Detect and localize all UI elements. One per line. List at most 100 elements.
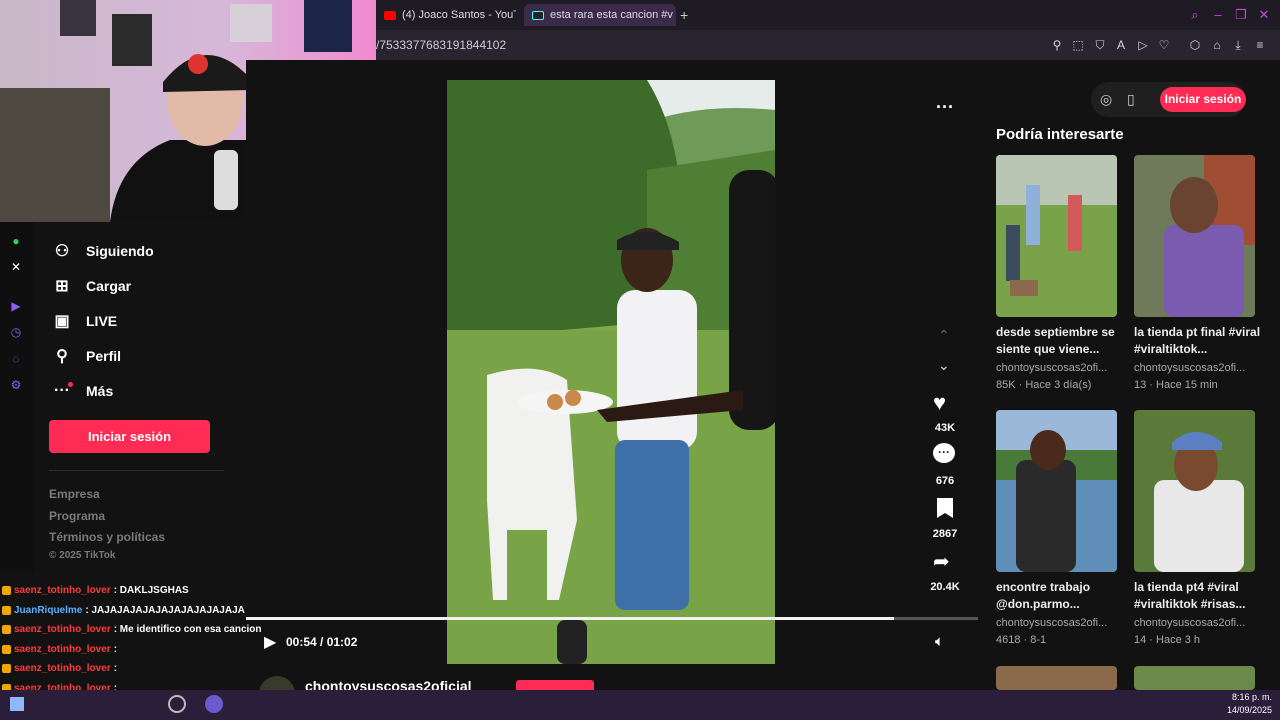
comment-icon[interactable]: ··· xyxy=(933,443,955,463)
badge-icon xyxy=(2,625,11,634)
live-icon: ▣ xyxy=(54,313,70,330)
x-icon[interactable]: ✕ xyxy=(8,259,24,275)
video-card-thumbnail[interactable] xyxy=(996,410,1117,572)
restore-icon[interactable]: ❐ xyxy=(1234,8,1248,22)
video-card-thumbnail[interactable] xyxy=(996,666,1117,690)
minimize-icon[interactable]: – xyxy=(1211,8,1225,22)
divider xyxy=(49,470,224,471)
chat-text: : xyxy=(113,663,118,674)
settings-icon[interactable]: ⚙ xyxy=(8,377,24,393)
app-icon[interactable] xyxy=(205,695,223,713)
sidebar-item-label: Más xyxy=(86,383,114,399)
comment-count: 676 xyxy=(935,475,955,487)
play-icon[interactable]: ▷ xyxy=(1136,38,1150,52)
close-icon[interactable]: ✕ xyxy=(1257,8,1271,22)
more-options-button[interactable]: ... xyxy=(936,92,954,113)
share-icon[interactable]: ➦ xyxy=(933,549,950,574)
new-tab-button[interactable]: + xyxy=(680,7,688,23)
sidebar-item-siguiendo[interactable]: ⚇ Siguiendo xyxy=(52,240,154,262)
video-card-title[interactable]: la tienda pt final #viral #viraltiktok..… xyxy=(1134,324,1264,358)
badge-icon xyxy=(2,605,11,615)
video-card-author[interactable]: chontoysuscosas2ofi... xyxy=(996,617,1126,629)
like-icon[interactable]: ♥ xyxy=(933,390,946,416)
whatsapp-icon[interactable]: ● xyxy=(8,233,24,249)
video-card-author[interactable]: chontoysuscosas2ofi... xyxy=(996,362,1126,374)
share-count: 20.4K xyxy=(930,581,960,593)
video-card-thumbnail[interactable] xyxy=(1134,410,1255,572)
pin-icon[interactable]: ⚲ xyxy=(1050,38,1064,52)
play-button-icon[interactable]: ▶ xyxy=(264,632,276,652)
following-icon: ⚇ xyxy=(54,243,70,260)
chat-text: : DAKLJSGHAS xyxy=(113,585,189,596)
mobile-icon[interactable]: ▯ xyxy=(1127,91,1135,108)
youtube-icon xyxy=(384,10,396,20)
chat-username: saenz_totinho_lover xyxy=(14,663,111,674)
footer-link-terminos[interactable]: Términos y políticas xyxy=(49,530,165,544)
menu-icon[interactable]: ≡ xyxy=(1253,38,1267,52)
video-card-thumbnail[interactable] xyxy=(1134,666,1255,690)
player-icon[interactable]: ▶ xyxy=(8,298,24,314)
shield-icon[interactable]: ⛉ xyxy=(1093,38,1107,52)
chat-username: saenz_totinho_lover xyxy=(14,643,111,655)
login-button-header[interactable]: Iniciar sesión xyxy=(1160,87,1246,112)
heart-icon[interactable]: ♡ xyxy=(1157,38,1171,52)
video-card-author[interactable]: chontoysuscosas2ofi... xyxy=(1134,362,1264,374)
chat-text: : JAJAJAJAJAJAJAJAJAJAJAJA xyxy=(85,604,245,616)
video-card-title[interactable]: encontre trabajo @don.parmo... xyxy=(996,579,1126,613)
video-card-title[interactable]: desde septiembre se siente que viene... xyxy=(996,324,1126,358)
tab-tiktok[interactable]: esta rara esta cancion #v xyxy=(524,4,676,26)
url-field[interactable]: /7533377683191844102 xyxy=(376,38,506,52)
sidebar-item-mas[interactable]: ··· Más xyxy=(52,380,113,402)
footer-link-programa[interactable]: Programa xyxy=(49,509,105,523)
chat-message: JuanRiquelme: JAJAJAJAJAJAJAJAJAJAJAJA xyxy=(2,605,245,616)
login-button[interactable]: Iniciar sesión xyxy=(49,420,210,453)
compass-icon[interactable]: ◎ xyxy=(1100,91,1112,108)
clock-date: 14/09/2025 xyxy=(1226,705,1272,715)
chat-text: : Me identifico con esa cancion xyxy=(113,624,262,635)
video-card-thumbnail[interactable] xyxy=(996,155,1117,317)
download-icon[interactable]: ⤓ xyxy=(1231,38,1245,52)
chevron-down-icon[interactable]: ⌄ xyxy=(938,357,950,374)
video-card-author[interactable]: chontoysuscosas2ofi... xyxy=(1134,617,1264,629)
app-icon[interactable] xyxy=(168,695,186,713)
sidebar-item-label: Cargar xyxy=(86,278,132,294)
badge-icon xyxy=(2,644,11,654)
video-card-stats: 14 · Hace 3 h xyxy=(1134,634,1201,646)
start-icon[interactable] xyxy=(10,697,24,711)
sidebar-item-label: Siguiendo xyxy=(86,243,154,259)
like-count: 43K xyxy=(934,422,956,434)
chat-username: JuanRiquelme xyxy=(14,604,83,616)
tab-youtube[interactable]: (4) Joaco Santos - YouTu xyxy=(376,4,516,26)
progress-fill xyxy=(246,617,894,620)
screenshot-icon[interactable]: ⬚ xyxy=(1071,38,1085,52)
video-card-title[interactable]: la tienda pt4 #viral #viraltiktok #risas… xyxy=(1134,579,1264,613)
vault-icon[interactable]: ⌂ xyxy=(1210,38,1224,52)
upload-icon: ⊞ xyxy=(55,278,69,295)
video-card-stats: 13 · Hace 15 min xyxy=(1134,379,1218,391)
sidebar-item-label: Perfil xyxy=(86,348,122,364)
sidebar-item-perfil[interactable]: ⚲ Perfil xyxy=(52,345,121,367)
extensions-icon[interactable]: ⬡ xyxy=(1188,38,1202,52)
tiktok-icon xyxy=(532,10,544,20)
sidebar-item-live[interactable]: ▣ LIVE xyxy=(52,310,117,332)
sidebar-item-cargar[interactable]: ⊞ Cargar xyxy=(52,275,131,297)
history-icon[interactable]: ◷ xyxy=(8,324,24,340)
tab-label: esta rara esta cancion #v xyxy=(550,9,673,21)
video-frame xyxy=(447,80,775,664)
video-player[interactable] xyxy=(447,80,775,664)
chat-message: saenz_totinho_lover: DAKLJSGHAS xyxy=(2,585,189,596)
search-icon[interactable]: ⌕ xyxy=(1188,8,1202,22)
video-card-thumbnail[interactable] xyxy=(1134,155,1255,317)
footer-link-empresa[interactable]: Empresa xyxy=(49,487,100,501)
badge-icon xyxy=(2,586,11,595)
chat-icon[interactable]: ◌ xyxy=(8,351,24,367)
video-card-stats: 4618 · 8-1 xyxy=(996,634,1047,646)
translate-icon[interactable]: A xyxy=(1114,38,1128,52)
section-heading: Podría interesarte xyxy=(996,126,1124,143)
clock-time: 8:16 p. m. xyxy=(1231,692,1272,702)
volume-icon[interactable]: 🔈︎ xyxy=(935,633,944,650)
sidebar-item-label: LIVE xyxy=(86,313,118,329)
system-clock: 8:16 p. m. 14/09/2025 xyxy=(1227,691,1272,717)
save-count: 2867 xyxy=(932,528,958,540)
chevron-up-icon[interactable]: ⌃ xyxy=(938,327,950,344)
